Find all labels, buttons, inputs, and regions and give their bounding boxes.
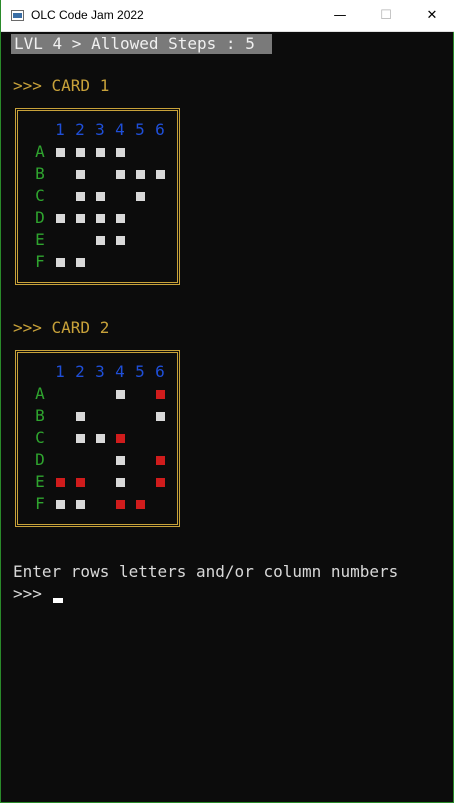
card-1-row-E: E <box>35 230 45 249</box>
card-1-cell-B2-white <box>76 170 85 179</box>
card-1-column-3: 3 <box>95 120 105 139</box>
card-1-cell-E3-white <box>96 236 105 245</box>
card-2-cell-A6-red <box>156 390 165 399</box>
card-2-cell-C2-white <box>76 434 85 443</box>
console-window: OLC Code Jam 2022 — ☐ ✕ LVL 4 > Allowed … <box>0 0 454 803</box>
card-1-cell-A1-white <box>56 148 65 157</box>
card-2-column-5: 5 <box>135 362 145 381</box>
card-1-cell-C2-white <box>76 192 85 201</box>
card-2-cell-F5-red <box>136 500 145 509</box>
card-2-cell-E1-red <box>56 478 65 487</box>
card-1-cell-F1-white <box>56 258 65 267</box>
card-1-panel: 123456 ABCDEF <box>15 108 180 285</box>
card-1-cell-F2-white <box>76 258 85 267</box>
card-1-column-5: 5 <box>135 120 145 139</box>
card-2-cell-D6-red <box>156 456 165 465</box>
card-1-cell-E4-white <box>116 236 125 245</box>
card-1-cell-B6-white <box>156 170 165 179</box>
card-2-row-D: D <box>35 450 45 469</box>
close-button[interactable]: ✕ <box>409 0 454 32</box>
card-2-column-4: 4 <box>115 362 125 381</box>
card-2-row-E: E <box>35 472 45 491</box>
card-1-title: >>> CARD 1 <box>13 76 110 95</box>
card-1-column-6: 6 <box>155 120 165 139</box>
card-2-cell-A4-white <box>116 390 125 399</box>
card-1-column-2: 2 <box>75 120 85 139</box>
card-2-cell-F2-white <box>76 500 85 509</box>
card-1-cell-B5-white <box>136 170 145 179</box>
card-1-cell-A3-white <box>96 148 105 157</box>
card-1-cell-D3-white <box>96 214 105 223</box>
card-1-row-F: F <box>35 252 45 271</box>
minimize-button[interactable]: — <box>317 0 363 32</box>
card-2-row-B: B <box>35 406 45 425</box>
card-1-row-B: B <box>35 164 45 183</box>
card-2-column-1: 1 <box>55 362 65 381</box>
card-2-cell-D4-white <box>116 456 125 465</box>
input-instruction: Enter rows letters and/or column numbers <box>13 562 399 581</box>
maximize-button[interactable]: ☐ <box>363 0 409 32</box>
card-2-cell-C3-white <box>96 434 105 443</box>
card-1-cell-A2-white <box>76 148 85 157</box>
card-2-column-2: 2 <box>75 362 85 381</box>
card-2-panel: 123456 ABCDEF <box>15 350 180 527</box>
card-1-column-4: 4 <box>115 120 125 139</box>
card-2-cell-B6-white <box>156 412 165 421</box>
card-1-row-C: C <box>35 186 45 205</box>
text-cursor[interactable] <box>53 598 63 603</box>
console-output[interactable]: LVL 4 > Allowed Steps : 5 >>> CARD 1 123… <box>1 32 453 802</box>
card-2-row-A: A <box>35 384 45 403</box>
card-1-column-1: 1 <box>55 120 65 139</box>
card-2-row-C: C <box>35 428 45 447</box>
card-2-cell-F1-white <box>56 500 65 509</box>
console-app-icon <box>11 10 24 21</box>
card-1-cell-D4-white <box>116 214 125 223</box>
card-2-cell-E4-white <box>116 478 125 487</box>
card-2-cell-F4-red <box>116 500 125 509</box>
card-2-column-6: 6 <box>155 362 165 381</box>
card-2-cell-B2-white <box>76 412 85 421</box>
card-1-cell-C3-white <box>96 192 105 201</box>
card-2-column-3: 3 <box>95 362 105 381</box>
card-2-title: >>> CARD 2 <box>13 318 110 337</box>
window-title: OLC Code Jam 2022 <box>31 8 144 22</box>
card-2-row-F: F <box>35 494 45 513</box>
card-1-row-A: A <box>35 142 45 161</box>
level-status-bar: LVL 4 > Allowed Steps : 5 <box>11 34 272 54</box>
card-1-cell-B4-white <box>116 170 125 179</box>
prompt-marker: >>> <box>13 584 42 603</box>
card-2-cell-C4-red <box>116 434 125 443</box>
title-bar[interactable]: OLC Code Jam 2022 — ☐ ✕ <box>1 0 454 32</box>
card-1-cell-C5-white <box>136 192 145 201</box>
card-1-row-D: D <box>35 208 45 227</box>
card-1-cell-A4-white <box>116 148 125 157</box>
card-1-cell-D2-white <box>76 214 85 223</box>
card-2-cell-E2-red <box>76 478 85 487</box>
card-2-cell-E6-red <box>156 478 165 487</box>
card-1-cell-D1-white <box>56 214 65 223</box>
